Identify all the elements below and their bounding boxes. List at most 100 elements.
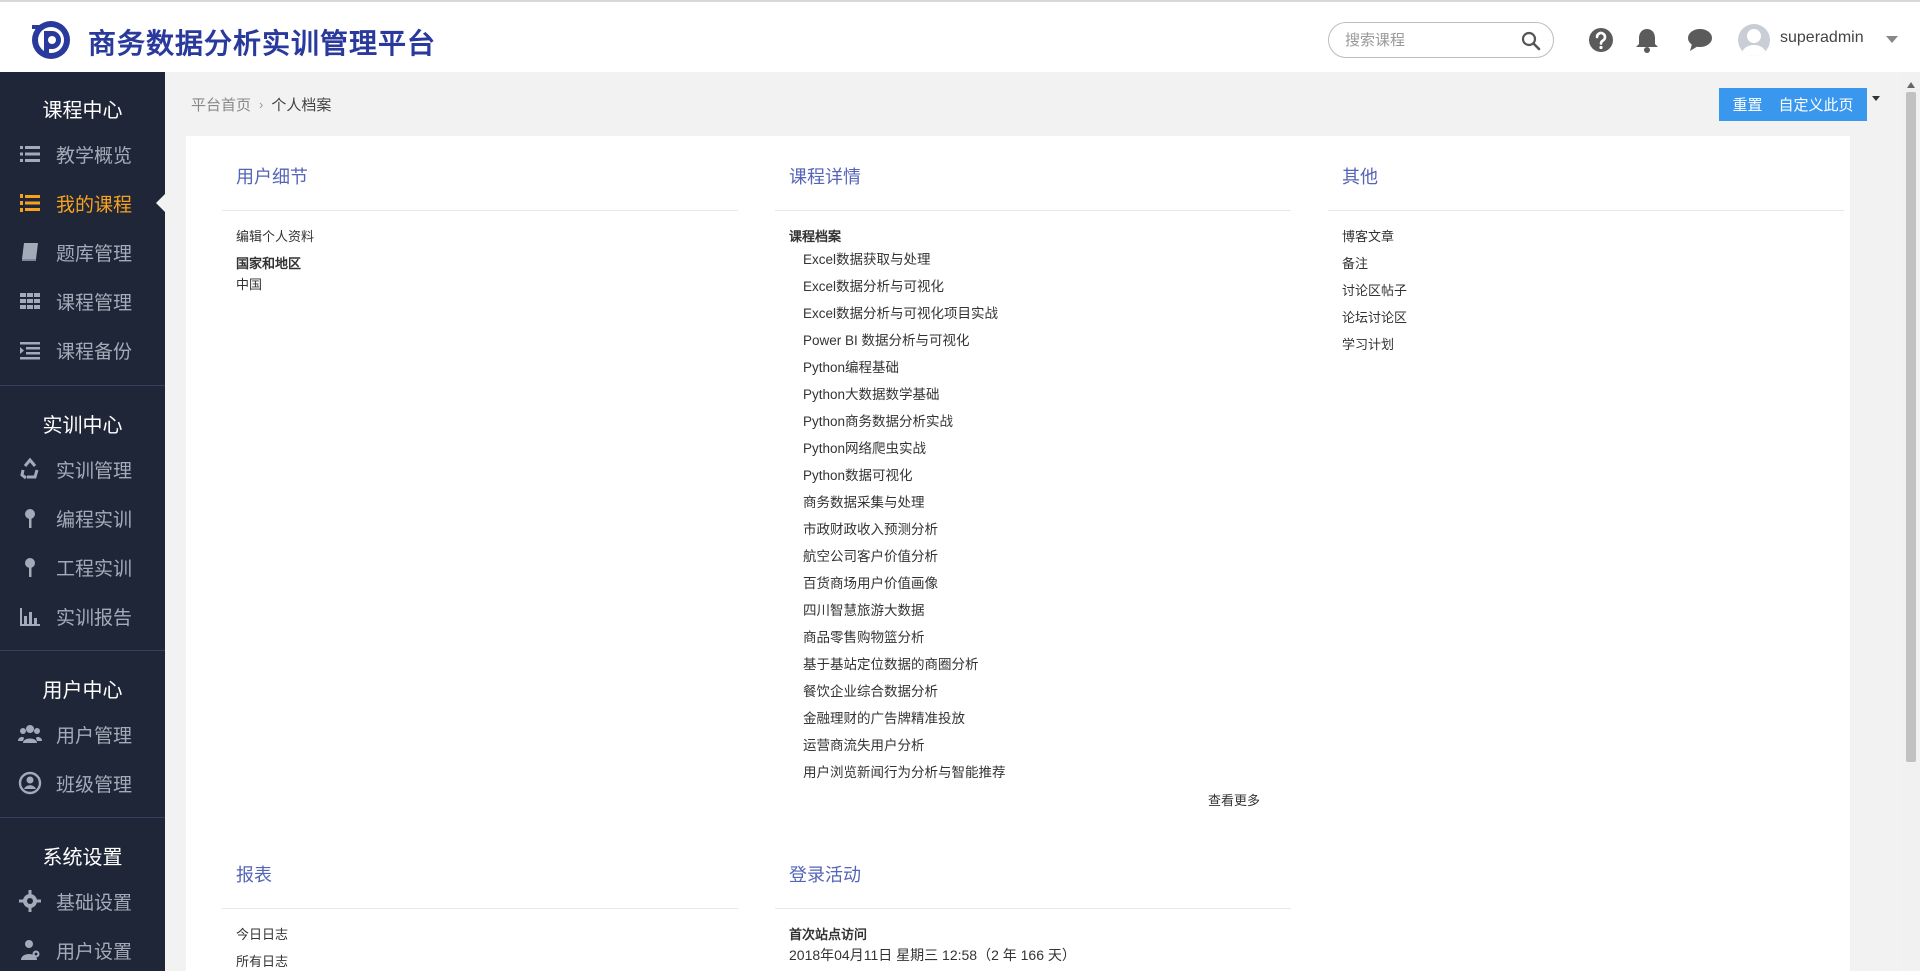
sidebar-item-label: 我的课程 bbox=[56, 194, 133, 216]
sidebar-item-label: 班级管理 bbox=[56, 774, 133, 796]
breadcrumb-current: 个人档案 bbox=[271, 97, 332, 114]
course-link[interactable]: Excel数据分析与可视化 bbox=[803, 275, 944, 295]
sidebar-item-label: 实训管理 bbox=[56, 460, 133, 482]
sidebar-item-label: 用户管理 bbox=[56, 725, 133, 747]
sidebar-item-question-bank[interactable]: 题库管理 bbox=[0, 232, 165, 272]
search-input[interactable] bbox=[1345, 30, 1515, 50]
sidebar-divider bbox=[0, 385, 165, 386]
sidebar-item-training-management[interactable]: 实训管理 bbox=[0, 449, 165, 489]
sidebar-item-course-backup[interactable]: 课程备份 bbox=[0, 330, 165, 370]
section-divider bbox=[775, 908, 1291, 909]
course-link[interactable]: Python网络爬虫实战 bbox=[803, 437, 926, 457]
course-link[interactable]: 四川智慧旅游大数据 bbox=[803, 599, 925, 619]
country-label: 国家和地区 bbox=[236, 256, 302, 271]
sidebar-section-training-center: 实训中心 bbox=[42, 415, 123, 437]
course-link[interactable]: Python商务数据分析实战 bbox=[803, 410, 953, 430]
forum-discussions-link[interactable]: 论坛讨论区 bbox=[1342, 307, 1407, 326]
page-scrollbar[interactable] bbox=[1902, 72, 1920, 971]
sidebar-divider bbox=[0, 817, 165, 818]
course-link[interactable]: 运营商流失用户分析 bbox=[803, 734, 925, 754]
sidebar-item-label: 用户设置 bbox=[56, 941, 133, 963]
all-logs-link[interactable]: 所有日志 bbox=[236, 951, 288, 970]
section-divider bbox=[1328, 210, 1844, 211]
sidebar-item-label: 课程管理 bbox=[56, 292, 133, 314]
course-link[interactable]: Excel数据分析与可视化项目实战 bbox=[803, 302, 998, 322]
sidebar-item-basic-settings[interactable]: 基础设置 bbox=[0, 881, 165, 921]
grid-icon bbox=[20, 293, 40, 309]
course-link[interactable]: 市政财政收入预测分析 bbox=[803, 518, 938, 538]
section-divider bbox=[222, 908, 738, 909]
country-value: 中国 bbox=[236, 277, 263, 292]
help-icon[interactable] bbox=[1587, 26, 1615, 54]
sidebar-divider bbox=[0, 650, 165, 651]
edit-profile-link[interactable]: 编辑个人资料 bbox=[236, 226, 314, 245]
sidebar: 课程中心 教学概览 我的课程 题库管理 课程管理 课程备份 实训中心 实训管理 … bbox=[0, 72, 165, 971]
chat-icon[interactable] bbox=[1686, 26, 1714, 54]
learning-plans-link[interactable]: 学习计划 bbox=[1342, 334, 1394, 353]
bell-icon[interactable] bbox=[1633, 26, 1661, 54]
profile-panel bbox=[186, 136, 1850, 971]
course-link[interactable]: 用户浏览新闻行为分析与智能推荐 bbox=[803, 761, 1006, 781]
search-icon[interactable] bbox=[1521, 31, 1541, 51]
customize-page-button[interactable]: 重置 自定义此页 bbox=[1719, 88, 1867, 121]
user-circle-icon bbox=[18, 771, 42, 795]
scrollbar-thumb[interactable] bbox=[1906, 92, 1916, 762]
breadcrumb-home-link[interactable]: 平台首页 bbox=[191, 94, 251, 115]
course-link[interactable]: Power BI 数据分析与可视化 bbox=[803, 329, 970, 349]
course-link[interactable]: Python编程基础 bbox=[803, 356, 899, 376]
customize-button-label: 自定义此页 bbox=[1778, 97, 1854, 114]
login-activity-title: 登录活动 bbox=[789, 865, 861, 885]
course-link[interactable]: 百货商场用户价值画像 bbox=[803, 572, 938, 592]
scroll-up-icon[interactable] bbox=[1907, 82, 1915, 88]
chevron-down-icon[interactable] bbox=[1886, 36, 1898, 43]
search-box[interactable] bbox=[1328, 22, 1554, 58]
sidebar-item-programming-training[interactable]: 编程实训 bbox=[0, 498, 165, 538]
sidebar-item-engineering-training[interactable]: 工程实训 bbox=[0, 547, 165, 587]
sidebar-item-my-courses[interactable]: 我的课程 bbox=[0, 183, 165, 223]
sidebar-item-label: 课程备份 bbox=[56, 341, 133, 363]
course-link[interactable]: 商务数据采集与处理 bbox=[803, 491, 925, 511]
course-link[interactable]: Python大数据数学基础 bbox=[803, 383, 940, 403]
chevron-right-icon: › bbox=[259, 97, 264, 112]
first-access-value: 2018年04月11日 星期三 12:58（2 年 166 天） bbox=[789, 947, 1076, 963]
sidebar-item-label: 基础设置 bbox=[56, 892, 133, 914]
app-logo-icon bbox=[32, 21, 70, 59]
indent-icon bbox=[20, 342, 40, 360]
course-link[interactable]: 金融理财的广告牌精准投放 bbox=[803, 707, 965, 727]
caret-down-icon[interactable] bbox=[1872, 96, 1880, 101]
course-link[interactable]: 餐饮企业综合数据分析 bbox=[803, 680, 938, 700]
sidebar-item-class-management[interactable]: 班级管理 bbox=[0, 763, 165, 803]
course-link[interactable]: 基于基站定位数据的商圈分析 bbox=[803, 653, 979, 673]
sidebar-item-training-report[interactable]: 实训报告 bbox=[0, 596, 165, 636]
recycle-icon bbox=[20, 457, 39, 480]
sidebar-item-user-management[interactable]: 用户管理 bbox=[0, 714, 165, 754]
course-link[interactable]: Excel数据获取与处理 bbox=[803, 248, 931, 268]
sidebar-section-user-center: 用户中心 bbox=[42, 680, 123, 702]
username[interactable]: superadmin bbox=[1780, 29, 1864, 47]
bar-chart-icon bbox=[20, 608, 40, 626]
sidebar-item-label: 编程实训 bbox=[56, 509, 133, 531]
blog-posts-link[interactable]: 博客文章 bbox=[1342, 226, 1394, 245]
today-log-link[interactable]: 今日日志 bbox=[236, 924, 288, 943]
sidebar-item-teaching-overview[interactable]: 教学概览 bbox=[0, 134, 165, 174]
sidebar-item-label: 工程实训 bbox=[56, 558, 133, 580]
sidebar-item-user-settings[interactable]: 用户设置 bbox=[0, 930, 165, 970]
pin-icon bbox=[25, 509, 35, 528]
pin-icon bbox=[25, 558, 35, 577]
avatar[interactable] bbox=[1738, 24, 1770, 56]
discussion-posts-link[interactable]: 讨论区帖子 bbox=[1342, 280, 1407, 299]
sidebar-item-course-management[interactable]: 课程管理 bbox=[0, 281, 165, 321]
reports-title: 报表 bbox=[236, 865, 272, 885]
breadcrumb: 平台首页 › 个人档案 bbox=[191, 94, 331, 115]
gear-icon bbox=[19, 890, 41, 912]
course-link[interactable]: 航空公司客户价值分析 bbox=[803, 545, 938, 565]
sidebar-item-label: 实训报告 bbox=[56, 607, 133, 629]
sidebar-item-label: 题库管理 bbox=[56, 243, 133, 265]
sidebar-section-system-settings: 系统设置 bbox=[42, 847, 123, 869]
user-avatar-icon bbox=[1742, 29, 1766, 56]
numbered-list-icon bbox=[20, 194, 40, 212]
notes-link[interactable]: 备注 bbox=[1342, 253, 1368, 272]
view-more-link[interactable]: 查看更多 bbox=[1208, 790, 1260, 809]
course-link[interactable]: Python数据可视化 bbox=[803, 464, 913, 484]
course-link[interactable]: 商品零售购物篮分析 bbox=[803, 626, 925, 646]
